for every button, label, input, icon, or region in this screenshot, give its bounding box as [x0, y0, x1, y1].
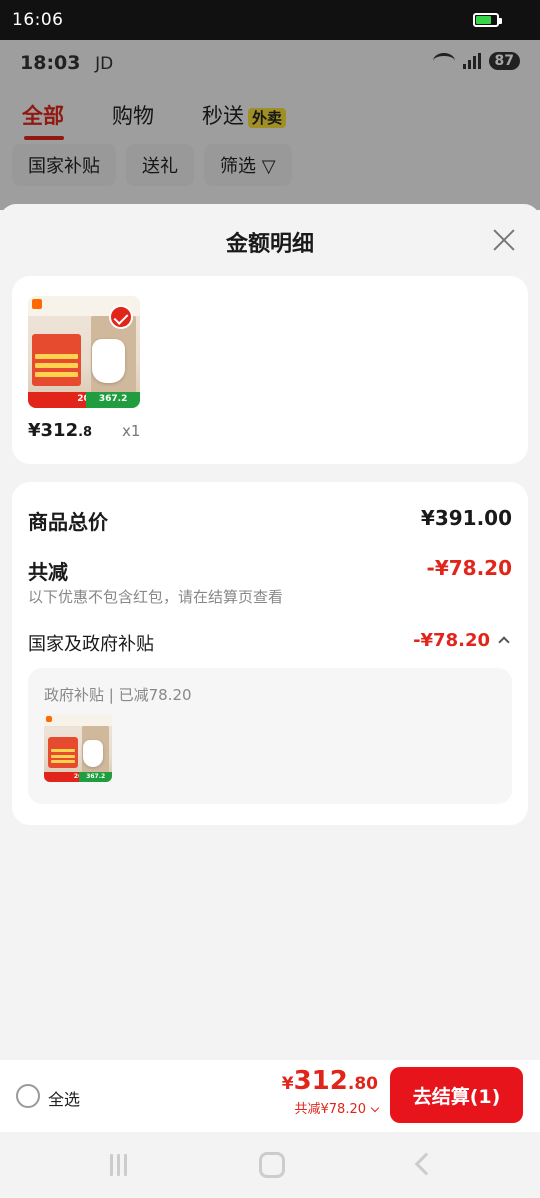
- battery-icon: [473, 13, 502, 27]
- subsidy-value[interactable]: -¥78.20: [413, 630, 490, 651]
- price-summary-card: 商品总价 ¥391.00 共减 -¥78.20 以下优惠不包含红包，请在结算页查…: [12, 482, 528, 825]
- subsidy-label[interactable]: 国家及政府补贴: [28, 630, 154, 656]
- total-amount[interactable]: ¥312.80 共减¥78.20: [281, 1066, 380, 1117]
- thumb-discount-label: 20%: [44, 772, 88, 782]
- product-card: 20% 367.2 ¥312.8 x1: [12, 276, 528, 464]
- total-int: 312: [293, 1066, 348, 1096]
- brand-logo-icon: [32, 299, 42, 309]
- dim-overlay[interactable]: [0, 40, 540, 210]
- product-price-int: ¥312: [28, 420, 79, 441]
- close-icon[interactable]: [490, 226, 518, 254]
- total-price-label: 商品总价: [28, 510, 108, 534]
- subsidy-detail-box: 政府补贴 | 已减78.20 20% 367.2: [28, 668, 512, 804]
- recent-apps-icon[interactable]: [110, 1154, 127, 1176]
- checkout-button[interactable]: 去结算(1): [390, 1067, 523, 1123]
- subsidy-detail-text: 政府补贴 | 已减78.20: [44, 686, 192, 704]
- back-icon[interactable]: [414, 1152, 438, 1176]
- total-dec: .80: [347, 1074, 378, 1094]
- select-all-label[interactable]: 全选: [48, 1086, 80, 1110]
- select-all-radio[interactable]: [16, 1084, 40, 1108]
- discount-label: 共减: [28, 560, 68, 584]
- thumb-price-label: 367.2: [86, 392, 140, 408]
- subsidy-product-thumbnail[interactable]: 20% 367.2: [44, 714, 112, 782]
- product-quantity: x1: [122, 422, 141, 440]
- chevron-down-icon: [370, 1103, 380, 1113]
- water-heater-image: [82, 739, 104, 768]
- total-price-value: ¥391.00: [420, 506, 512, 530]
- system-time: 16:06: [12, 10, 64, 30]
- product-price: ¥312.8: [28, 420, 92, 441]
- checkout-bar: 全选 ¥312.80 共减¥78.20 去结算(1): [0, 1060, 540, 1132]
- total-discount: 共减¥78.20: [294, 1102, 367, 1117]
- discount-value: -¥78.20: [426, 556, 512, 580]
- selected-check-icon[interactable]: [109, 305, 133, 329]
- amount-detail-sheet: 金额明细 20% 367.2 ¥312.8 x1 商品总价 ¥391.00 共减…: [0, 204, 540, 1198]
- system-status-bar: 16:06: [0, 0, 540, 40]
- total-currency: ¥: [281, 1074, 294, 1094]
- system-nav-bar: [0, 1132, 540, 1198]
- chevron-up-icon[interactable]: [498, 636, 510, 648]
- discount-hint: 以下优惠不包含红包，请在结算页查看: [28, 588, 284, 606]
- brand-logo-icon: [46, 716, 52, 722]
- sheet-title: 金额明细: [225, 232, 314, 257]
- thumb-discount-label: 20%: [28, 392, 99, 408]
- thumb-price-label: 367.2: [79, 772, 112, 782]
- water-heater-image: [91, 338, 126, 384]
- product-price-dec: .8: [78, 425, 93, 440]
- home-icon[interactable]: [259, 1152, 285, 1178]
